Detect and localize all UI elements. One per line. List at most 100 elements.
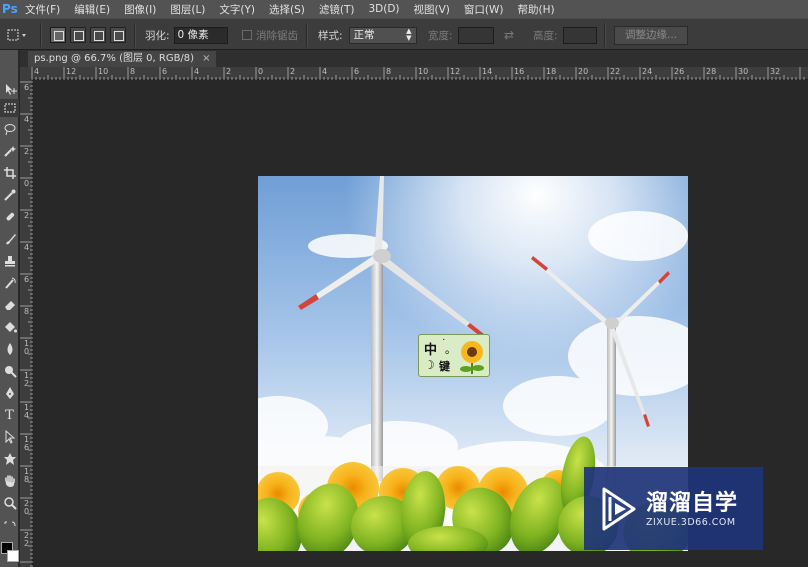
eraser-tool-icon[interactable]: [0, 296, 19, 314]
vertical-ruler[interactable]: 6 4 2 0 2 4 6 8 1 0 1 2 1 4 1 6 1 8 2 0 2 2: [20, 80, 33, 567]
watermark-url: ZIXUE.3D66.COM: [646, 517, 736, 528]
style-select[interactable]: 正常 ▲ ▼: [348, 26, 417, 44]
ruler-top-label: 4: [34, 67, 40, 76]
horizontal-ruler[interactable]: 4 12 10 8 6 4 2 0 2 4 6 8 10 12 14 16 18 20 22 24 26 28 30 32: [30, 67, 808, 80]
brush-tool-icon[interactable]: [0, 230, 19, 248]
ruler-top-label: 16: [514, 67, 525, 76]
ime-keyboard-button[interactable]: 键: [439, 358, 450, 374]
tool-panel: T: [0, 50, 19, 567]
feather-label: 羽化:: [145, 29, 170, 42]
height-label: 高度:: [533, 29, 558, 42]
options-bar: 羽化: 0 像素 消除锯齿 样式: 正常 ▲ ▼ 宽度: ⇄ 高度: 调整边缘..…: [0, 18, 808, 50]
ruler-left-label: 4: [23, 243, 30, 252]
crop-tool-icon[interactable]: [0, 164, 19, 182]
ruler-left-label: 6: [23, 275, 30, 284]
marquee-preset-icon: [7, 29, 26, 41]
ruler-left-label: 1 6: [23, 435, 30, 452]
ruler-top-label: 24: [642, 67, 653, 76]
moon-icon[interactable]: ☽: [424, 358, 435, 372]
menu-filter[interactable]: 滤镜(T): [312, 2, 362, 17]
background-color-swatch[interactable]: [7, 550, 19, 562]
ruler-left-label: 1 0: [23, 339, 30, 356]
quick-selection-tool-icon[interactable]: [0, 142, 19, 160]
menu-window[interactable]: 窗口(W): [457, 2, 511, 17]
menu-layer[interactable]: 图层(L): [163, 2, 212, 17]
paint-bucket-tool-icon[interactable]: [0, 318, 19, 336]
ime-mode-toggle[interactable]: 中: [424, 339, 437, 358]
zoom-tool-icon[interactable]: [0, 494, 19, 512]
ruler-top-label: 10: [98, 67, 109, 76]
ruler-top-label: 12: [66, 67, 77, 76]
ruler-left-label: 4: [23, 115, 30, 124]
ruler-top-label: 8: [386, 67, 392, 76]
lasso-tool-icon[interactable]: [0, 120, 19, 138]
ruler-top-label: 0: [258, 67, 264, 76]
history-brush-tool-icon[interactable]: [0, 274, 19, 292]
menu-image[interactable]: 图像(I): [117, 2, 163, 17]
pen-tool-icon[interactable]: [0, 384, 19, 402]
ruler-top-label: 4: [322, 67, 328, 76]
menu-edit[interactable]: 编辑(E): [67, 2, 117, 17]
shape-tool-icon[interactable]: [0, 450, 19, 468]
menu-help[interactable]: 帮助(H): [511, 2, 562, 17]
ruler-top-label: 4: [194, 67, 200, 76]
ruler-left-label: 2: [23, 147, 30, 156]
width-input[interactable]: [457, 26, 494, 44]
eyedropper-tool-icon[interactable]: [0, 186, 19, 204]
menu-3d[interactable]: 3D(D): [361, 3, 406, 15]
menu-type[interactable]: 文字(Y): [212, 2, 262, 17]
menu-view[interactable]: 视图(V): [407, 2, 457, 17]
feather-input[interactable]: 0 像素: [173, 26, 228, 44]
width-label: 宽度:: [428, 29, 453, 42]
ruler-top-label: 14: [482, 67, 493, 76]
ruler-top-label: 22: [610, 67, 621, 76]
ruler-left-label: 6: [23, 83, 30, 92]
rectangular-marquee-tool-icon[interactable]: [0, 99, 19, 117]
ruler-top-label: 2: [290, 67, 296, 76]
add-to-selection-button[interactable]: [70, 27, 86, 43]
healing-brush-tool-icon[interactable]: [0, 208, 19, 226]
menu-select[interactable]: 选择(S): [262, 2, 312, 17]
path-selection-tool-icon[interactable]: [0, 428, 19, 446]
swap-dimensions-icon[interactable]: ⇄: [504, 28, 514, 42]
antialias-label: 消除锯齿: [256, 29, 298, 42]
document-tab-title: ps.png @ 66.7% (图层 0, RGB/8): [34, 53, 195, 64]
subtract-from-selection-button[interactable]: [90, 27, 106, 43]
ime-status-widget[interactable]: 中 ˙ 。 ☽ 键: [418, 334, 490, 377]
app-logo: Ps: [2, 2, 18, 16]
ruler-top-label: 6: [354, 67, 360, 76]
blur-tool-icon[interactable]: [0, 340, 19, 358]
type-tool-icon[interactable]: T: [0, 406, 19, 424]
intersect-selection-button[interactable]: [110, 27, 126, 43]
ruler-left-label: 2 0: [23, 499, 30, 516]
menu-file[interactable]: 文件(F): [18, 2, 67, 17]
style-select-value: 正常: [353, 28, 375, 41]
hand-tool-icon[interactable]: [0, 472, 19, 490]
ruler-left-label: 2 2: [23, 531, 30, 548]
clone-stamp-tool-icon[interactable]: [0, 252, 19, 270]
watermark-title: 溜溜自学: [646, 491, 739, 516]
ruler-left-label: 1 4: [23, 403, 30, 420]
new-selection-button[interactable]: [50, 27, 66, 43]
ruler-top-label: 10: [418, 67, 429, 76]
tool-preset-picker[interactable]: [6, 19, 28, 51]
document-tab[interactable]: ps.png @ 66.7% (图层 0, RGB/8) ×: [28, 51, 217, 67]
sunflower-icon: [460, 341, 484, 374]
select-arrows-icon: ▲ ▼: [406, 27, 412, 42]
height-input[interactable]: [562, 26, 597, 44]
ruler-left-label: 0: [23, 179, 30, 188]
ruler-top-label: 30: [738, 67, 749, 76]
dodge-tool-icon[interactable]: [0, 362, 19, 380]
antialias-checkbox[interactable]: [242, 30, 252, 40]
close-tab-icon[interactable]: ×: [202, 51, 210, 67]
style-label: 样式:: [318, 29, 343, 42]
ruler-top-label: 18: [546, 67, 557, 76]
ruler-left-label: 8: [23, 307, 30, 316]
ruler-left-label: 2: [23, 211, 30, 220]
document-tab-bar: ps.png @ 66.7% (图层 0, RGB/8) ×: [20, 50, 808, 67]
play-logo-icon: [602, 487, 636, 531]
swap-colors-icon[interactable]: [0, 518, 19, 536]
move-tool-icon[interactable]: [0, 80, 19, 98]
refine-edge-button[interactable]: 调整边缘...: [614, 25, 689, 45]
ruler-left-label: 1 8: [23, 467, 30, 484]
